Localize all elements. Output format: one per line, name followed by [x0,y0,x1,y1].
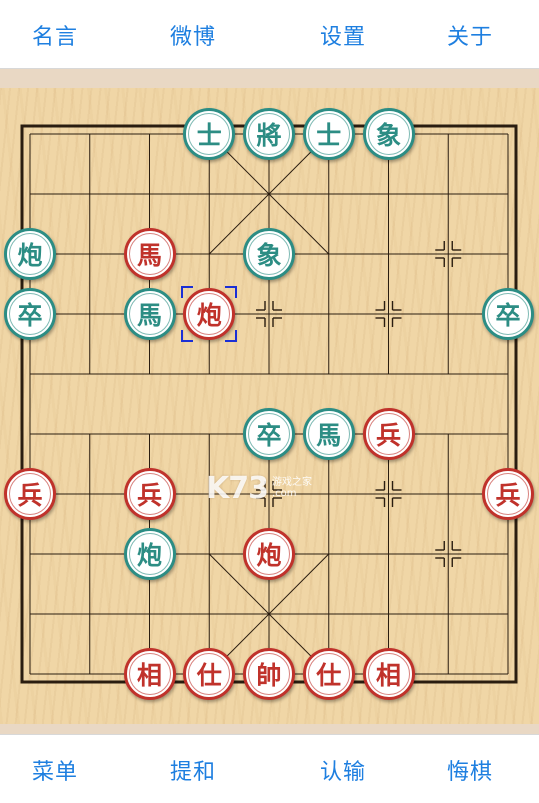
piece-label: 炮 [136,541,162,570]
piece-label: 兵 [17,481,43,510]
piece-red[interactable]: 炮 [183,288,236,340]
quotes-button[interactable]: 名言 [32,19,78,51]
piece-green[interactable]: 馬 [123,288,176,340]
board-grid [20,124,518,684]
piece-label: 馬 [136,241,162,270]
undo-button[interactable]: 悔棋 [447,754,493,786]
piece-label: 象 [256,241,282,270]
piece-label: 炮 [17,241,43,270]
piece-label: 馬 [136,301,162,330]
piece-label: 卒 [17,301,43,330]
piece-label: 卒 [256,421,282,450]
piece-red[interactable]: 帥 [243,648,295,700]
xiangqi-board[interactable]: K73 游戏之家 .com 士將士象炮馬象卒馬炮卒卒馬兵兵兵兵炮炮相仕帥仕相 [0,88,539,724]
piece-label: 兵 [375,421,401,450]
piece-label: 仕 [196,661,222,690]
piece-label: 將 [256,121,282,150]
piece-green[interactable]: 卒 [482,288,534,340]
piece-label: 炮 [196,301,222,330]
piece-red[interactable]: 兵 [482,468,534,520]
piece-green[interactable]: 士 [183,108,236,160]
piece-red[interactable]: 馬 [123,228,176,280]
piece-red[interactable]: 相 [123,648,176,700]
resign-button[interactable]: 认输 [320,754,366,786]
piece-red[interactable]: 炮 [243,528,295,580]
piece-label: 卒 [495,301,521,330]
piece-label: 帥 [256,661,282,690]
piece-green[interactable]: 卒 [243,408,295,460]
piece-red[interactable]: 兵 [362,408,415,460]
piece-red[interactable]: 兵 [123,468,176,520]
watermark: K73 游戏之家 .com [206,468,312,508]
piece-label: 士 [316,121,342,150]
watermark-name: 游戏之家 [272,477,312,488]
watermark-url: .com [272,488,297,499]
piece-green[interactable]: 士 [302,108,355,160]
watermark-logo: K73 [206,470,269,506]
piece-label: 兵 [495,481,521,510]
piece-green[interactable]: 將 [243,108,295,160]
piece-label: 相 [375,661,401,690]
piece-label: 兵 [136,481,162,510]
piece-green[interactable]: 炮 [4,228,56,280]
piece-red[interactable]: 仕 [302,648,355,700]
bottom-menu-bar: 菜单 提和 认输 悔棋 [0,734,539,803]
settings-button[interactable]: 设置 [320,19,366,51]
menu-button[interactable]: 菜单 [32,754,78,786]
piece-label: 炮 [256,541,282,570]
piece-label: 仕 [316,661,342,690]
piece-label: 相 [136,661,162,690]
piece-label: 士 [196,121,222,150]
about-button[interactable]: 关于 [447,19,493,51]
top-menu-bar: 名言 微博 设置 关于 [0,0,539,69]
piece-red[interactable]: 相 [362,648,415,700]
piece-green[interactable]: 炮 [123,528,176,580]
piece-red[interactable]: 仕 [183,648,236,700]
piece-label: 象 [375,121,401,150]
piece-red[interactable]: 兵 [4,468,56,520]
piece-green[interactable]: 馬 [302,408,355,460]
piece-label: 馬 [316,421,342,450]
weibo-button[interactable]: 微博 [170,19,216,51]
piece-green[interactable]: 象 [243,228,295,280]
piece-green[interactable]: 象 [362,108,415,160]
piece-green[interactable]: 卒 [4,288,56,340]
offer-draw-button[interactable]: 提和 [170,754,216,786]
